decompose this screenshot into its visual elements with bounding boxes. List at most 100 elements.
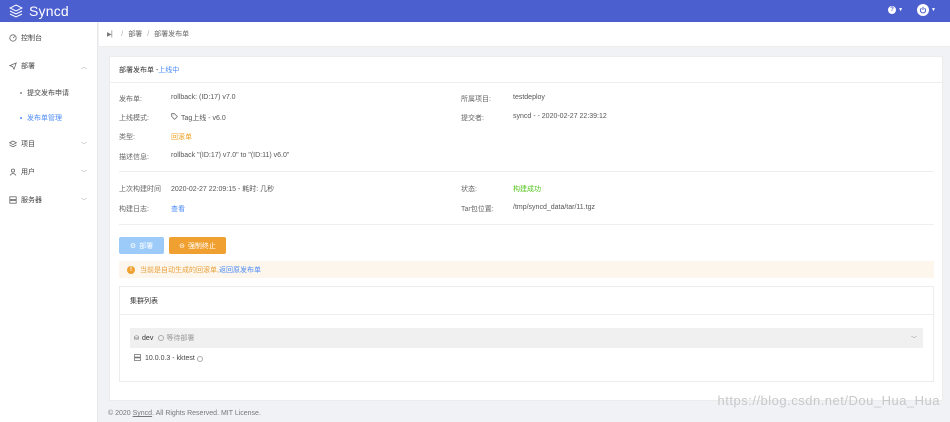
- chevron-down-icon: ﹀: [910, 336, 917, 343]
- tar-value: /tmp/syncd_data/tar/11.tgz: [513, 204, 595, 211]
- dashboard-icon: [8, 34, 17, 43]
- chevron-down-icon: ﹀: [80, 198, 87, 205]
- type-label: 类型:: [119, 134, 135, 141]
- server-icon: [8, 196, 17, 205]
- app-title: Syncd: [29, 3, 69, 19]
- app-logo[interactable]: Syncd: [0, 3, 69, 19]
- breadcrumb-separator: /: [121, 30, 124, 38]
- sidebar-item-server[interactable]: 服务器 ﹀: [0, 186, 97, 214]
- tag-icon: [171, 113, 178, 123]
- breadcrumb-item-deploy[interactable]: 部署: [128, 29, 142, 39]
- breadcrumb-separator: /: [147, 30, 150, 38]
- sidebar-item-label: 服务器: [21, 197, 42, 204]
- release-status-text: 上线中: [158, 66, 180, 74]
- stop-circle-icon: ⊖: [179, 242, 185, 250]
- watermark: https://blog.csdn.net/Dou_Hua_Hua: [717, 393, 940, 408]
- sidebar-item-dashboard[interactable]: 控制台: [0, 24, 97, 52]
- footer: © 2020 Syncd. All Rights Reserved. MIT L…: [108, 410, 261, 417]
- layers-icon: [8, 140, 17, 149]
- footer-syncd-link[interactable]: Syncd: [133, 410, 152, 417]
- top-header: Syncd ? ▼ ▼: [0, 0, 950, 22]
- user-icon: [8, 168, 17, 177]
- sidebar-subitem-submit-release[interactable]: 提交发布申请: [0, 80, 97, 105]
- layers-logo-icon: [9, 4, 23, 18]
- chevron-down-icon: ▼: [898, 7, 904, 13]
- card-title: 部署发布单 - 上线中: [110, 57, 942, 83]
- sidebar-item-deploy[interactable]: 部署 ︿: [0, 52, 97, 80]
- sidebar-item-label: 控制台: [21, 35, 42, 42]
- user-menu-button[interactable]: ▼: [917, 4, 936, 16]
- footer-prefix: © 2020: [108, 410, 133, 417]
- build-log-label: 构建日志:: [119, 206, 149, 213]
- home-icon[interactable]: ▶▏: [107, 31, 116, 38]
- build-row-time: 上次构建时间 2020-02-27 22:09:15 - 耗时: 几秒: [119, 184, 274, 194]
- cluster-list-panel: 集群列表 ⛁ dev 等待部署 ﹀ 10.0.0.3 - kktest: [119, 286, 934, 382]
- breadcrumb: ▶▏ / 部署 / 部署发布单: [99, 22, 950, 47]
- force-stop-button[interactable]: ⊖ 强制终止: [169, 237, 226, 254]
- back-to-release-link[interactable]: 返回原发布单: [219, 265, 261, 275]
- chevron-up-icon: ︿: [80, 64, 87, 71]
- help-icon: ?: [888, 6, 897, 14]
- detail-row-mode: 上线模式: Tag上线 - v6.0: [119, 113, 226, 123]
- mode-value: Tag上线 - v6.0: [181, 115, 226, 122]
- warning-icon: !: [127, 265, 135, 274]
- mode-label: 上线模式:: [119, 115, 149, 122]
- sidebar-subitem-label: 发布单管理: [27, 114, 62, 122]
- build-status-label: 状态:: [461, 186, 477, 193]
- divider: [119, 171, 934, 172]
- detail-row-release: 发布单: rollback: (ID:17) v7.0: [119, 94, 236, 104]
- submitter-value: syncd - - 2020-02-27 22:39:12: [513, 113, 607, 120]
- chevron-down-icon: ﹀: [80, 170, 87, 177]
- tar-label: Tar包位置:: [461, 206, 494, 213]
- sidebar-item-user[interactable]: 用户 ﹀: [0, 158, 97, 186]
- sidebar-item-label: 部署: [21, 63, 35, 70]
- deploy-button[interactable]: ⚙ 部署: [119, 237, 164, 254]
- sidebar-subitem-release-manage[interactable]: 发布单管理: [0, 105, 97, 130]
- env-status: 等待部署: [166, 335, 195, 342]
- last-build-label: 上次构建时间: [119, 186, 161, 193]
- env-name: dev: [142, 334, 154, 342]
- force-stop-label: 强制终止: [187, 242, 216, 250]
- power-icon: [917, 4, 930, 16]
- card-title-text: 部署发布单 -: [119, 66, 159, 74]
- clock-icon: [158, 335, 165, 341]
- build-status-value: 构建成功: [513, 186, 541, 193]
- sidebar-item-project[interactable]: 项目 ﹀: [0, 130, 97, 158]
- release-value: rollback: (ID:17) v7.0: [171, 94, 236, 101]
- sidebar: 控制台 部署 ︿ 提交发布申请 发布单管理 项目 ﹀ 用户 ﹀ 服务器 ﹀: [0, 22, 98, 422]
- server-row: 10.0.0.3 - kktest: [134, 354, 205, 363]
- build-row-status: 状态: 构建成功: [461, 184, 541, 194]
- chevron-down-icon: ▼: [931, 7, 936, 13]
- detail-row-submitter: 提交者: syncd - - 2020-02-27 22:39:12: [461, 113, 607, 123]
- bullet-icon: [20, 116, 22, 119]
- chevron-down-icon: ﹀: [80, 142, 87, 149]
- desc-label: 描述信息:: [119, 154, 149, 161]
- server-icon: [134, 354, 141, 363]
- release-label: 发布单:: [119, 96, 142, 103]
- sidebar-item-label: 项目: [21, 141, 35, 148]
- desc-value: rollback "(ID:17) v7.0" to "(ID:11) v6.0…: [171, 152, 290, 159]
- last-build-value: 2020-02-27 22:09:15 - 耗时: 几秒: [171, 186, 275, 193]
- build-row-tar: Tar包位置: /tmp/syncd_data/tar/11.tgz: [461, 204, 595, 214]
- help-menu-button[interactable]: ? ▼: [888, 6, 903, 14]
- divider: [119, 224, 934, 225]
- detail-row-desc: 描述信息: rollback "(ID:17) v7.0" to "(ID:11…: [119, 152, 289, 162]
- database-icon: ⛁: [134, 335, 140, 342]
- detail-row-type: 类型: 回滚单: [119, 132, 192, 142]
- sidebar-subitem-label: 提交发布申请: [27, 89, 69, 97]
- cluster-env-row[interactable]: ⛁ dev 等待部署 ﹀: [130, 328, 923, 348]
- breadcrumb-item-release: 部署发布单: [154, 31, 190, 38]
- sidebar-item-label: 用户: [21, 169, 35, 176]
- detail-row-project: 所属项目: testdeploy: [461, 94, 545, 104]
- release-detail-card: 部署发布单 - 上线中 发布单: rollback: (ID:17) v7.0 …: [109, 56, 943, 401]
- view-log-link[interactable]: 查看: [171, 204, 185, 214]
- build-row-log: 构建日志: 查看: [119, 204, 185, 214]
- deploy-button-label: 部署: [139, 242, 154, 250]
- rollback-alert: ! 当前是自动生成的回滚单, 返回原发布单: [119, 261, 934, 278]
- server-name: 10.0.0.3 - kktest: [145, 355, 195, 362]
- footer-suffix: . All Rights Reserved. MIT License.: [152, 410, 261, 417]
- alert-text: 当前是自动生成的回滚单,: [140, 266, 219, 274]
- submitter-label: 提交者:: [461, 115, 484, 122]
- settings-icon: ⚙: [129, 242, 137, 250]
- type-value: 回滚单: [171, 134, 192, 141]
